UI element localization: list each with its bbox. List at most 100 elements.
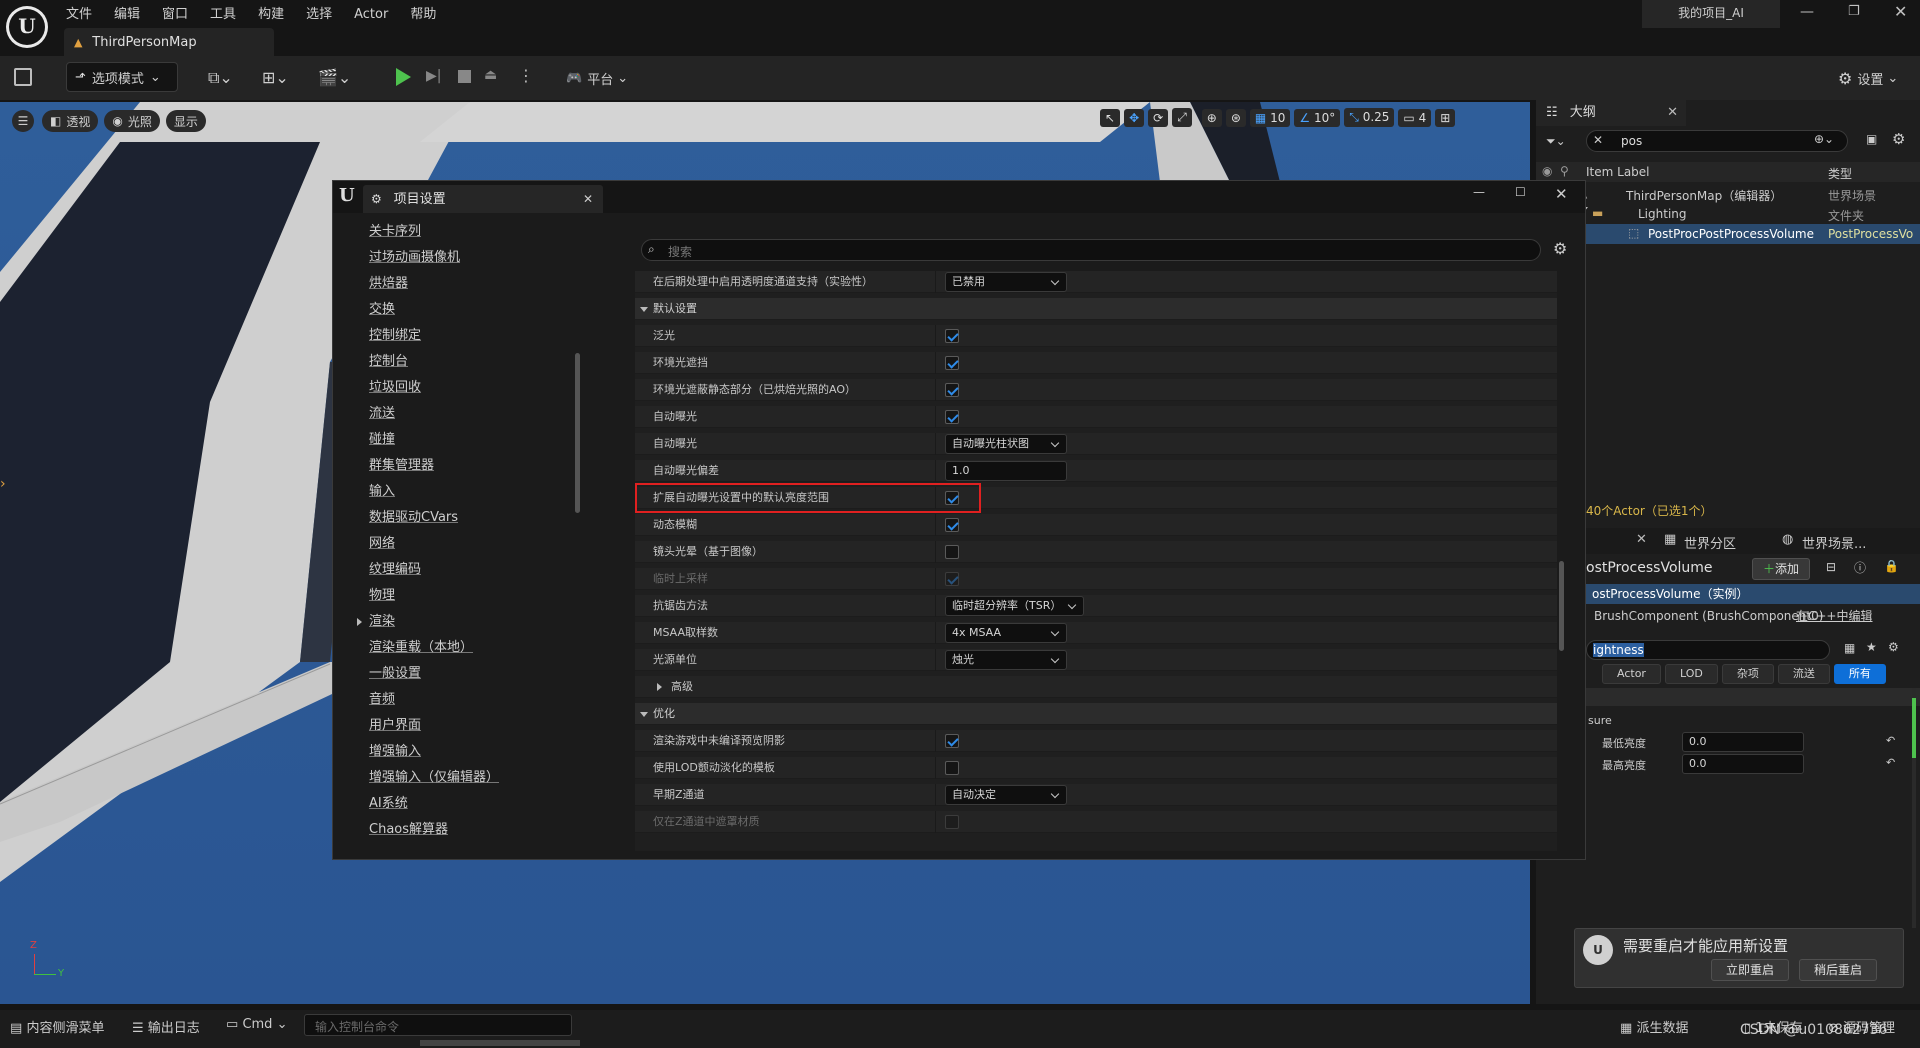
scale-tool-icon[interactable]: ⤢ — [1172, 108, 1192, 127]
add-component-button[interactable]: ＋添加 — [1752, 558, 1811, 580]
cinematics-icon[interactable]: 🎬⌄ — [318, 68, 351, 87]
details-search[interactable]: ightness — [1586, 640, 1830, 660]
property-checkbox[interactable] — [945, 518, 959, 532]
close-window-button[interactable]: ✕ — [1894, 2, 1907, 21]
nav-item[interactable]: 一般设置 — [333, 661, 583, 687]
nav-item[interactable]: 垃圾回收 — [333, 375, 583, 401]
menu-tools[interactable]: 工具 — [210, 7, 236, 22]
expand-arrow-icon[interactable] — [357, 618, 362, 626]
eject-icon[interactable]: ⏏ — [484, 67, 497, 83]
collapse-arrow-icon[interactable] — [640, 307, 648, 312]
outliner-row[interactable]: ▲ ThirdPersonMap（编辑器） 世界场景 — [1536, 184, 1920, 204]
blueprint-icon[interactable]: ⊞⌄ — [262, 68, 289, 87]
filter-actor[interactable]: Actor — [1602, 664, 1661, 684]
move-tool-icon[interactable]: ✥ — [1124, 108, 1145, 127]
details-scrollbar[interactable] — [1912, 688, 1916, 928]
clear-search-icon[interactable]: ✕ — [1593, 133, 1603, 147]
table-view-icon[interactable]: ▦ — [1844, 641, 1855, 655]
nav-item[interactable]: 渲染重载（本地） — [333, 635, 583, 661]
reset-icon[interactable]: ↶ — [1886, 734, 1895, 747]
filter-all[interactable]: 所有 — [1833, 664, 1886, 684]
nav-item[interactable]: 关卡序列 — [333, 219, 583, 245]
blueprint-button-icon[interactable]: ⊟ — [1826, 560, 1836, 574]
property-checkbox[interactable] — [945, 410, 959, 424]
grid-snap-button[interactable]: ▦ 10 — [1249, 108, 1291, 127]
surface-snap-icon[interactable]: ⊛ — [1225, 108, 1246, 127]
nav-item[interactable]: 音频 — [333, 687, 583, 713]
add-filter-icon[interactable]: ⊕⌄ — [1814, 132, 1834, 146]
outliner-tab[interactable]: ☷ 大纲 ✕ — [1536, 100, 1686, 126]
nav-scrollbar[interactable] — [575, 353, 580, 513]
property-dropdown[interactable]: 临时超分辨率（TSR） — [945, 596, 1085, 616]
property-checkbox[interactable] — [945, 761, 959, 775]
menu-help[interactable]: 帮助 — [410, 7, 436, 22]
nav-item[interactable]: 网络 — [333, 531, 583, 557]
menu-window[interactable]: 窗口 — [162, 7, 188, 22]
settings-search[interactable]: ⌕ 搜索 — [641, 239, 1541, 261]
nav-item[interactable]: 控制绑定 — [333, 323, 583, 349]
output-log-button[interactable]: ☰ 输出日志 — [132, 1017, 200, 1036]
col-item-label[interactable]: Item Label — [1586, 165, 1650, 179]
nav-item[interactable]: 流送 — [333, 401, 583, 427]
maximize-button[interactable]: ☐ — [1515, 185, 1526, 199]
restart-later-button[interactable]: 稍后重启 — [1799, 959, 1878, 981]
rotate-tool-icon[interactable]: ⟳ — [1148, 108, 1169, 127]
menu-select[interactable]: 选择 — [306, 7, 332, 22]
menu-edit[interactable]: 编辑 — [114, 7, 140, 22]
world-icon[interactable]: ⊕ — [1201, 108, 1222, 127]
close-icon[interactable]: ✕ — [583, 185, 593, 213]
viewport-menu-icon[interactable]: ☰ — [12, 110, 34, 132]
add-actor-icon[interactable]: ⧉⌄ — [208, 68, 233, 88]
outliner-row[interactable]: ▬ Lighting 文件夹 — [1536, 204, 1920, 224]
scale-snap-button[interactable]: ⤡ 0.25 — [1344, 108, 1395, 127]
edit-cpp-link[interactable]: 在C++中编辑 — [1796, 606, 1873, 626]
map-tab[interactable]: ▲ ThirdPersonMap — [64, 28, 274, 56]
help-icon[interactable]: ⓘ — [1854, 559, 1866, 576]
nav-item[interactable]: 过场动画摄像机 — [333, 245, 583, 271]
property-checkbox[interactable] — [945, 383, 959, 397]
camera-speed-button[interactable]: ▭ 4 — [1398, 108, 1432, 127]
show-button[interactable]: 显示 — [165, 110, 206, 132]
details-settings-icon[interactable]: ⚙ — [1888, 640, 1899, 654]
nav-item[interactable]: AI系统 — [333, 791, 583, 817]
minimize-button[interactable]: — — [1473, 185, 1485, 199]
layout-icon[interactable]: ⊞ — [1435, 108, 1456, 127]
max-brightness-input[interactable]: 0.0 — [1682, 754, 1804, 774]
nav-item[interactable]: 纹理编码 — [333, 557, 583, 583]
platform-button[interactable]: 🎮 平台 ⌄ — [558, 64, 636, 92]
component-row[interactable]: BrushComponent (BrushComponent0) 在C++中编辑 — [1586, 606, 1920, 626]
property-dropdown[interactable]: 4x MSAA — [945, 623, 1067, 643]
lit-button[interactable]: ◉ 光照 — [104, 110, 160, 132]
property-dropdown[interactable]: 已禁用 — [945, 272, 1067, 292]
property-dropdown[interactable]: 烛光 — [945, 650, 1067, 670]
horizontal-scrollbar[interactable] — [420, 1040, 580, 1046]
property-checkbox[interactable] — [945, 329, 959, 343]
nav-item[interactable]: 渲染 — [333, 609, 583, 635]
nav-item[interactable]: 数据驱动CVars — [333, 505, 583, 531]
save-icon[interactable] — [14, 68, 32, 86]
nav-item[interactable]: 增强输入（仅编辑器） — [333, 765, 583, 791]
menu-actor[interactable]: Actor — [354, 7, 388, 22]
angle-snap-button[interactable]: ∠ 10° — [1294, 108, 1341, 127]
property-checkbox[interactable] — [945, 545, 959, 559]
content-drawer-button[interactable]: ▤ 内容侧滑菜单 — [10, 1017, 104, 1036]
close-icon[interactable]: ✕ — [1667, 100, 1678, 126]
close-button[interactable]: ✕ — [1555, 185, 1568, 203]
property-checkbox[interactable] — [945, 734, 959, 748]
menu-file[interactable]: 文件 — [66, 7, 92, 22]
outliner-search[interactable]: ✕ pos — [1586, 130, 1848, 152]
mode-selector[interactable]: ⬏ 选项模式 ⌄ — [66, 62, 178, 92]
property-dropdown[interactable]: 自动曝光柱状图 — [945, 434, 1067, 454]
close-icon[interactable]: ✕ — [1636, 532, 1647, 547]
restore-button[interactable]: ❐ — [1848, 4, 1860, 19]
filter-misc[interactable]: 杂项 — [1721, 664, 1774, 684]
nav-item[interactable]: 碰撞 — [333, 427, 583, 453]
property-number-input[interactable]: 1.0 — [945, 461, 1067, 481]
filter-streaming[interactable]: 流送 — [1777, 664, 1830, 684]
stop-icon[interactable] — [458, 70, 471, 83]
filter-lod[interactable]: LOD — [1664, 664, 1718, 684]
step-icon[interactable]: ▶| — [426, 68, 441, 84]
settings-options-icon[interactable]: ⚙ — [1553, 239, 1567, 258]
lock-icon[interactable]: 🔒 — [1884, 559, 1899, 573]
nav-item[interactable]: 输入 — [333, 479, 583, 505]
